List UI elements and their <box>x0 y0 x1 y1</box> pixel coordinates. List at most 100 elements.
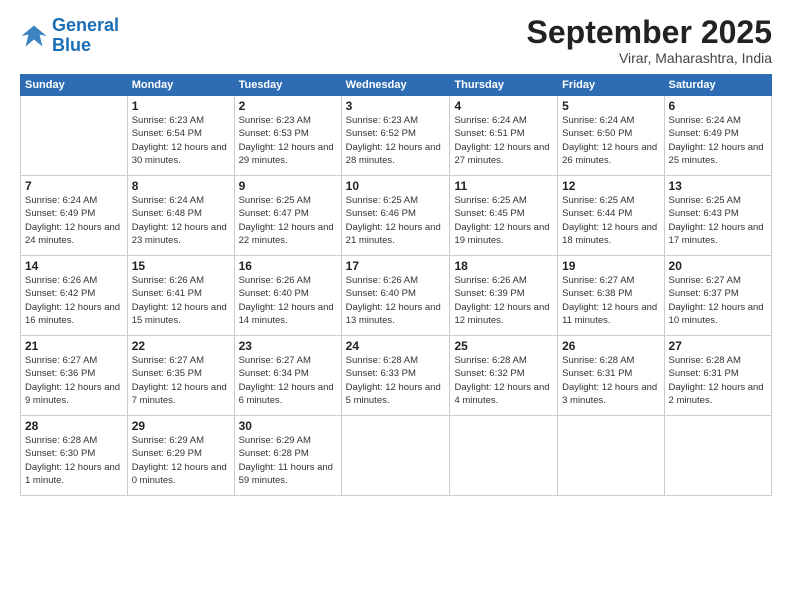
page: General Blue September 2025 Virar, Mahar… <box>0 0 792 612</box>
logo: General Blue <box>20 16 119 56</box>
table-row <box>664 416 771 496</box>
day-number: 11 <box>454 179 553 193</box>
day-info: Sunrise: 6:25 AMSunset: 6:46 PMDaylight:… <box>346 194 446 247</box>
table-row <box>21 96 128 176</box>
day-info: Sunrise: 6:28 AMSunset: 6:31 PMDaylight:… <box>562 354 659 407</box>
day-number: 19 <box>562 259 659 273</box>
table-row: 19Sunrise: 6:27 AMSunset: 6:38 PMDayligh… <box>558 256 664 336</box>
table-row: 28Sunrise: 6:28 AMSunset: 6:30 PMDayligh… <box>21 416 128 496</box>
col-saturday: Saturday <box>664 75 771 96</box>
day-info: Sunrise: 6:28 AMSunset: 6:30 PMDaylight:… <box>25 434 123 487</box>
table-row: 7Sunrise: 6:24 AMSunset: 6:49 PMDaylight… <box>21 176 128 256</box>
table-row: 10Sunrise: 6:25 AMSunset: 6:46 PMDayligh… <box>341 176 450 256</box>
table-row <box>450 416 558 496</box>
calendar-header-row: Sunday Monday Tuesday Wednesday Thursday… <box>21 75 772 96</box>
day-info: Sunrise: 6:23 AMSunset: 6:52 PMDaylight:… <box>346 114 446 167</box>
table-row: 26Sunrise: 6:28 AMSunset: 6:31 PMDayligh… <box>558 336 664 416</box>
day-number: 12 <box>562 179 659 193</box>
day-number: 30 <box>239 419 337 433</box>
day-number: 21 <box>25 339 123 353</box>
day-number: 25 <box>454 339 553 353</box>
table-row: 30Sunrise: 6:29 AMSunset: 6:28 PMDayligh… <box>234 416 341 496</box>
col-tuesday: Tuesday <box>234 75 341 96</box>
table-row: 12Sunrise: 6:25 AMSunset: 6:44 PMDayligh… <box>558 176 664 256</box>
day-number: 23 <box>239 339 337 353</box>
table-row: 24Sunrise: 6:28 AMSunset: 6:33 PMDayligh… <box>341 336 450 416</box>
day-info: Sunrise: 6:24 AMSunset: 6:50 PMDaylight:… <box>562 114 659 167</box>
table-row: 27Sunrise: 6:28 AMSunset: 6:31 PMDayligh… <box>664 336 771 416</box>
day-number: 17 <box>346 259 446 273</box>
day-number: 6 <box>669 99 767 113</box>
table-row: 3Sunrise: 6:23 AMSunset: 6:52 PMDaylight… <box>341 96 450 176</box>
day-info: Sunrise: 6:23 AMSunset: 6:53 PMDaylight:… <box>239 114 337 167</box>
header: General Blue September 2025 Virar, Mahar… <box>20 16 772 66</box>
day-info: Sunrise: 6:23 AMSunset: 6:54 PMDaylight:… <box>132 114 230 167</box>
day-number: 8 <box>132 179 230 193</box>
day-info: Sunrise: 6:24 AMSunset: 6:51 PMDaylight:… <box>454 114 553 167</box>
table-row: 17Sunrise: 6:26 AMSunset: 6:40 PMDayligh… <box>341 256 450 336</box>
day-number: 5 <box>562 99 659 113</box>
day-info: Sunrise: 6:25 AMSunset: 6:43 PMDaylight:… <box>669 194 767 247</box>
day-number: 2 <box>239 99 337 113</box>
table-row: 23Sunrise: 6:27 AMSunset: 6:34 PMDayligh… <box>234 336 341 416</box>
day-info: Sunrise: 6:24 AMSunset: 6:49 PMDaylight:… <box>669 114 767 167</box>
day-info: Sunrise: 6:26 AMSunset: 6:39 PMDaylight:… <box>454 274 553 327</box>
day-number: 15 <box>132 259 230 273</box>
day-number: 20 <box>669 259 767 273</box>
day-info: Sunrise: 6:26 AMSunset: 6:42 PMDaylight:… <box>25 274 123 327</box>
day-number: 26 <box>562 339 659 353</box>
day-number: 9 <box>239 179 337 193</box>
day-info: Sunrise: 6:27 AMSunset: 6:38 PMDaylight:… <box>562 274 659 327</box>
day-info: Sunrise: 6:26 AMSunset: 6:40 PMDaylight:… <box>239 274 337 327</box>
day-number: 18 <box>454 259 553 273</box>
day-info: Sunrise: 6:28 AMSunset: 6:33 PMDaylight:… <box>346 354 446 407</box>
day-info: Sunrise: 6:25 AMSunset: 6:47 PMDaylight:… <box>239 194 337 247</box>
day-number: 13 <box>669 179 767 193</box>
table-row: 21Sunrise: 6:27 AMSunset: 6:36 PMDayligh… <box>21 336 128 416</box>
col-monday: Monday <box>127 75 234 96</box>
month-title: September 2025 <box>527 16 772 48</box>
day-number: 14 <box>25 259 123 273</box>
title-area: September 2025 Virar, Maharashtra, India <box>527 16 772 66</box>
table-row: 29Sunrise: 6:29 AMSunset: 6:29 PMDayligh… <box>127 416 234 496</box>
table-row: 4Sunrise: 6:24 AMSunset: 6:51 PMDaylight… <box>450 96 558 176</box>
table-row: 5Sunrise: 6:24 AMSunset: 6:50 PMDaylight… <box>558 96 664 176</box>
col-friday: Friday <box>558 75 664 96</box>
day-number: 10 <box>346 179 446 193</box>
day-number: 7 <box>25 179 123 193</box>
day-info: Sunrise: 6:27 AMSunset: 6:36 PMDaylight:… <box>25 354 123 407</box>
day-info: Sunrise: 6:26 AMSunset: 6:40 PMDaylight:… <box>346 274 446 327</box>
day-info: Sunrise: 6:27 AMSunset: 6:35 PMDaylight:… <box>132 354 230 407</box>
table-row: 15Sunrise: 6:26 AMSunset: 6:41 PMDayligh… <box>127 256 234 336</box>
day-number: 28 <box>25 419 123 433</box>
table-row: 8Sunrise: 6:24 AMSunset: 6:48 PMDaylight… <box>127 176 234 256</box>
table-row: 20Sunrise: 6:27 AMSunset: 6:37 PMDayligh… <box>664 256 771 336</box>
day-number: 3 <box>346 99 446 113</box>
table-row: 11Sunrise: 6:25 AMSunset: 6:45 PMDayligh… <box>450 176 558 256</box>
day-info: Sunrise: 6:27 AMSunset: 6:37 PMDaylight:… <box>669 274 767 327</box>
day-info: Sunrise: 6:24 AMSunset: 6:49 PMDaylight:… <box>25 194 123 247</box>
table-row <box>558 416 664 496</box>
col-sunday: Sunday <box>21 75 128 96</box>
table-row: 1Sunrise: 6:23 AMSunset: 6:54 PMDaylight… <box>127 96 234 176</box>
table-row: 2Sunrise: 6:23 AMSunset: 6:53 PMDaylight… <box>234 96 341 176</box>
table-row: 13Sunrise: 6:25 AMSunset: 6:43 PMDayligh… <box>664 176 771 256</box>
day-number: 27 <box>669 339 767 353</box>
day-number: 29 <box>132 419 230 433</box>
col-wednesday: Wednesday <box>341 75 450 96</box>
table-row: 18Sunrise: 6:26 AMSunset: 6:39 PMDayligh… <box>450 256 558 336</box>
day-number: 24 <box>346 339 446 353</box>
day-info: Sunrise: 6:25 AMSunset: 6:44 PMDaylight:… <box>562 194 659 247</box>
day-info: Sunrise: 6:29 AMSunset: 6:28 PMDaylight:… <box>239 434 337 487</box>
day-info: Sunrise: 6:28 AMSunset: 6:32 PMDaylight:… <box>454 354 553 407</box>
calendar-table: Sunday Monday Tuesday Wednesday Thursday… <box>20 74 772 496</box>
day-info: Sunrise: 6:29 AMSunset: 6:29 PMDaylight:… <box>132 434 230 487</box>
day-info: Sunrise: 6:26 AMSunset: 6:41 PMDaylight:… <box>132 274 230 327</box>
table-row: 22Sunrise: 6:27 AMSunset: 6:35 PMDayligh… <box>127 336 234 416</box>
table-row: 25Sunrise: 6:28 AMSunset: 6:32 PMDayligh… <box>450 336 558 416</box>
logo-icon <box>20 22 48 50</box>
table-row <box>341 416 450 496</box>
day-info: Sunrise: 6:27 AMSunset: 6:34 PMDaylight:… <box>239 354 337 407</box>
day-number: 16 <box>239 259 337 273</box>
table-row: 6Sunrise: 6:24 AMSunset: 6:49 PMDaylight… <box>664 96 771 176</box>
